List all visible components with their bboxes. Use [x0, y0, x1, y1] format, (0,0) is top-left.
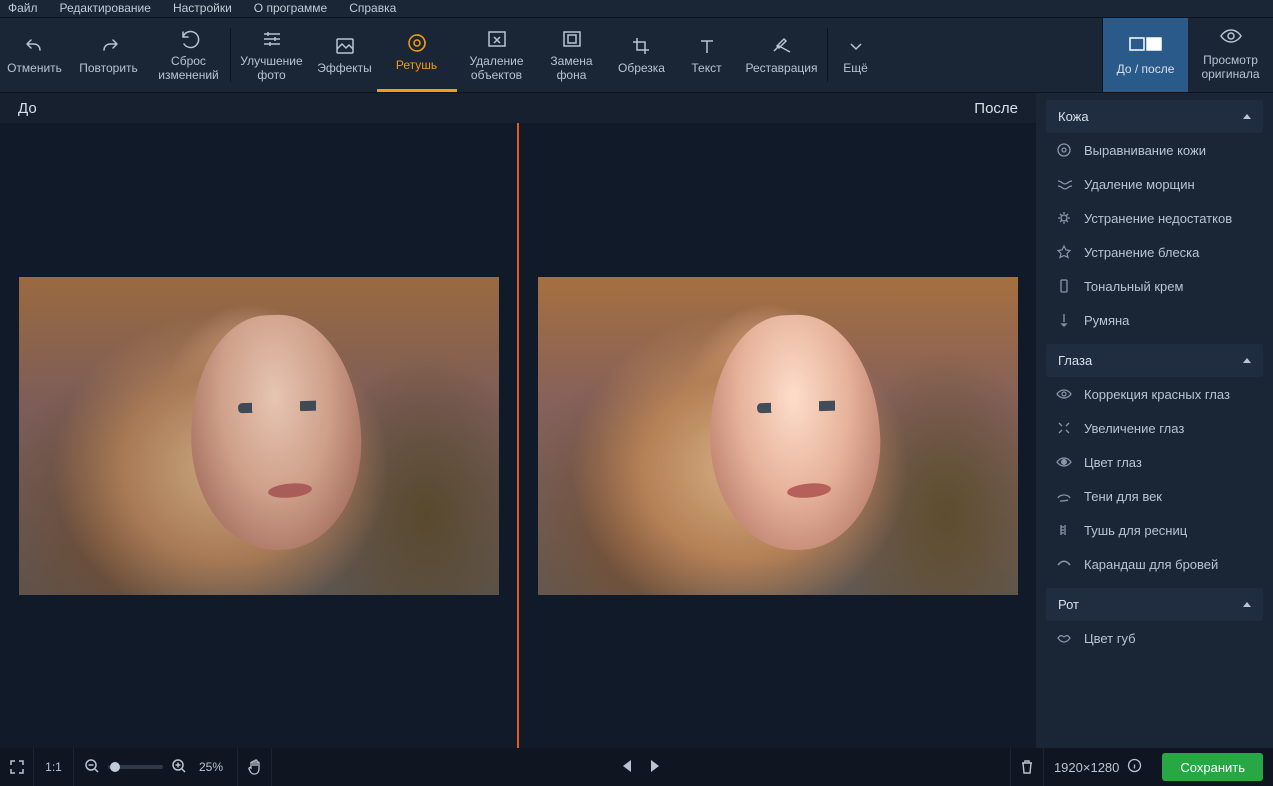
zoom-controls: 25% [74, 748, 238, 786]
redo-icon [98, 35, 120, 57]
enhance-button[interactable]: Улучшение фото [231, 18, 313, 92]
sidebar-item-blemish-removal[interactable]: Устранение недостатков [1036, 201, 1273, 235]
undo-icon [24, 35, 46, 57]
toolbar: Отменить Повторить Сброс изменений Улучш… [0, 18, 1273, 93]
after-pane[interactable] [519, 123, 1036, 748]
shine-icon [1056, 244, 1072, 260]
menu-file[interactable]: Файл [8, 1, 38, 15]
more-button[interactable]: Ещё [828, 18, 884, 92]
reset-icon [178, 28, 200, 50]
text-button[interactable]: Текст [677, 18, 737, 92]
after-label: После [974, 100, 1018, 117]
zoom-slider[interactable] [108, 765, 163, 769]
after-image [538, 277, 1018, 595]
view-original-button[interactable]: Просмотр оригинала [1188, 18, 1273, 92]
footer: 1:1 25% 1920×1280 Сохранить [0, 748, 1273, 786]
restoration-icon [771, 35, 793, 57]
before-after-header: До После [0, 93, 1036, 123]
menu-about[interactable]: О программе [254, 1, 327, 15]
eye-icon [1220, 28, 1242, 48]
effects-button[interactable]: Эффекты [313, 18, 377, 92]
reset-button[interactable]: Сброс изменений [148, 18, 230, 92]
sidebar-section-skin[interactable]: Кожа [1046, 100, 1263, 133]
blush-icon [1056, 312, 1072, 328]
save-button[interactable]: Сохранить [1162, 753, 1263, 781]
eyeshadow-icon [1056, 488, 1072, 504]
blemish-icon [1056, 210, 1072, 226]
sidebar-item-eyebrow-pencil[interactable]: Карандаш для бровей [1036, 547, 1273, 581]
mascara-icon [1056, 522, 1072, 538]
remove-objects-button[interactable]: Удаление объектов [457, 18, 537, 92]
sidebar-item-skin-smoothing[interactable]: Выравнивание кожи [1036, 133, 1273, 167]
lips-icon [1056, 630, 1072, 646]
compare-icon [1129, 35, 1163, 56]
collapse-icon [1243, 602, 1251, 607]
sidebar-item-redeye[interactable]: Коррекция красных глаз [1036, 377, 1273, 411]
smoothing-icon [1056, 142, 1072, 158]
retouch-icon [406, 32, 428, 54]
enlarge-icon [1056, 420, 1072, 436]
crop-icon [631, 35, 653, 57]
fullscreen-button[interactable] [0, 748, 34, 786]
delete-button[interactable] [1010, 748, 1044, 786]
redo-button[interactable]: Повторить [70, 18, 148, 92]
object-remove-icon [486, 28, 508, 50]
sidebar-item-wrinkle-removal[interactable]: Удаление морщин [1036, 167, 1273, 201]
text-icon [696, 35, 718, 57]
menu-edit[interactable]: Редактирование [60, 1, 151, 15]
before-image [19, 277, 499, 595]
before-pane[interactable] [0, 123, 517, 748]
sidebar-item-foundation[interactable]: Тональный крем [1036, 269, 1273, 303]
retouch-sidebar: Кожа Выравнивание кожи Удаление морщин У… [1036, 93, 1273, 748]
sidebar-item-mascara[interactable]: Тушь для ресниц [1036, 513, 1273, 547]
eyebrow-icon [1056, 556, 1072, 572]
effects-icon [334, 35, 356, 57]
next-image-button[interactable] [649, 759, 661, 776]
background-replace-button[interactable]: Замена фона [537, 18, 607, 92]
background-icon [561, 28, 583, 50]
wrinkle-icon [1056, 176, 1072, 192]
zoom-out-button[interactable] [84, 758, 100, 777]
image-dimensions: 1920×1280 [1044, 758, 1152, 776]
undo-button[interactable]: Отменить [0, 18, 70, 92]
sidebar-section-mouth[interactable]: Рот [1046, 588, 1263, 621]
sidebar-item-lip-color[interactable]: Цвет губ [1036, 621, 1273, 655]
canvas-area: До После [0, 93, 1036, 748]
zoom-in-button[interactable] [171, 758, 187, 777]
prev-image-button[interactable] [621, 759, 633, 776]
crop-button[interactable]: Обрезка [607, 18, 677, 92]
eye-icon [1056, 386, 1072, 402]
sidebar-item-shine-removal[interactable]: Устранение блеска [1036, 235, 1273, 269]
menu-bar: Файл Редактирование Настройки О программ… [0, 0, 1273, 18]
sliders-icon [261, 28, 283, 50]
restoration-button[interactable]: Реставрация [737, 18, 827, 92]
sidebar-item-eyeshadow[interactable]: Тени для век [1036, 479, 1273, 513]
retouch-button[interactable]: Ретушь [377, 18, 457, 92]
hand-tool-button[interactable] [238, 748, 272, 786]
before-after-toggle[interactable]: До / после [1103, 18, 1188, 92]
menu-help[interactable]: Справка [349, 1, 396, 15]
fit-button[interactable]: 1:1 [34, 748, 74, 786]
foundation-icon [1056, 278, 1072, 294]
info-icon[interactable] [1127, 758, 1142, 776]
before-label: До [18, 100, 37, 117]
collapse-icon [1243, 114, 1251, 119]
sidebar-item-eye-color[interactable]: Цвет глаз [1036, 445, 1273, 479]
zoom-value: 25% [195, 760, 227, 774]
menu-settings[interactable]: Настройки [173, 1, 232, 15]
eye-color-icon [1056, 454, 1072, 470]
collapse-icon [1243, 358, 1251, 363]
sidebar-item-eye-enlarge[interactable]: Увеличение глаз [1036, 411, 1273, 445]
chevron-down-icon [845, 35, 867, 57]
main-area: До После Кожа Выравнивание кожи Удаление… [0, 93, 1273, 748]
sidebar-section-eyes[interactable]: Глаза [1046, 344, 1263, 377]
sidebar-item-blush[interactable]: Румяна [1036, 303, 1273, 337]
